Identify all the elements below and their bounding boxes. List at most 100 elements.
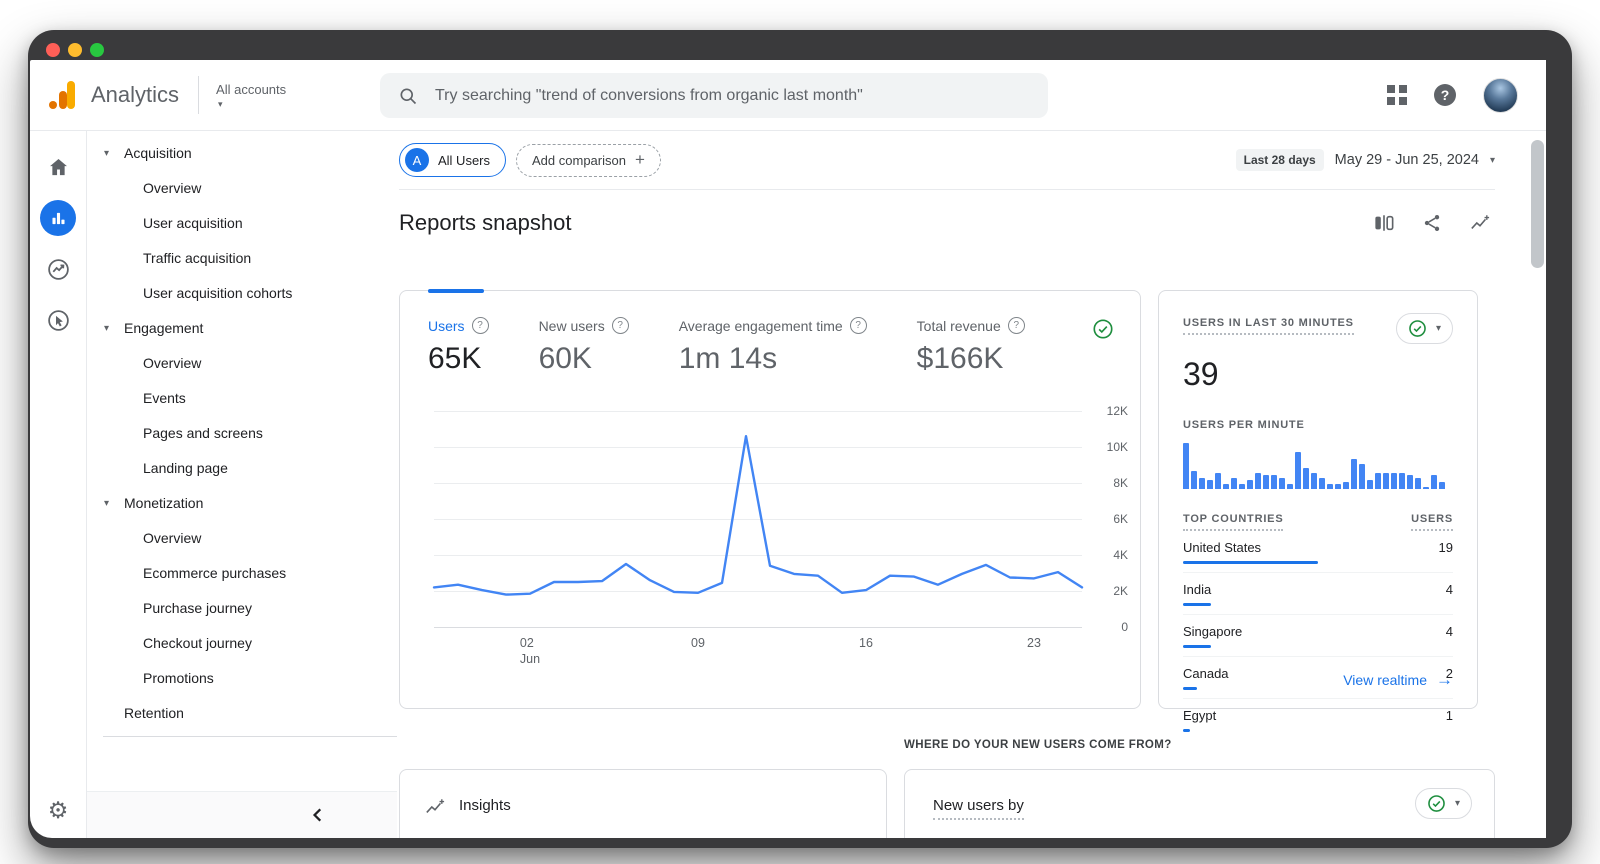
country-row-united-states[interactable]: United States 19 [1183, 531, 1453, 573]
country-name: Canada [1183, 666, 1229, 681]
admin-gear-icon[interactable]: ⚙ [48, 797, 69, 824]
data-quality-check-icon[interactable] [1092, 318, 1114, 345]
sidebar-item-overview[interactable]: Overview [87, 520, 397, 555]
country-share-bar [1183, 603, 1212, 606]
metric-label-row: New users? [539, 317, 629, 334]
metric-help-icon[interactable]: ? [611, 317, 629, 334]
country-row-egypt[interactable]: Egypt 1 [1183, 699, 1453, 732]
sidebar-section-engagement[interactable]: ▾ Engagement [87, 310, 397, 345]
per-minute-bar [1351, 459, 1357, 489]
analytics-app: Analytics All accounts ▾ ? [30, 60, 1546, 838]
sidebar-item-user-acquisition[interactable]: User acquisition [87, 205, 397, 240]
realtime-status-pill[interactable]: ▾ [1395, 313, 1453, 344]
metric-tab-users[interactable]: Users? 65K [428, 317, 489, 376]
nav-footer [87, 791, 397, 838]
country-users-value: 4 [1445, 624, 1453, 639]
zoom-window-button[interactable] [90, 43, 104, 57]
metric-help-icon[interactable]: ? [471, 317, 489, 334]
y-tick-label: 2K [1113, 584, 1128, 598]
sidebar-item-purchase-journey[interactable]: Purchase journey [87, 590, 397, 625]
country-row-singapore[interactable]: Singapore 4 [1183, 615, 1453, 657]
sidebar-item-user-acquisition-cohorts[interactable]: User acquisition cohorts [87, 275, 397, 310]
per-minute-bar [1207, 479, 1213, 489]
country-name: United States [1183, 540, 1262, 555]
sidebar-item-traffic-acquisition[interactable]: Traffic acquisition [87, 240, 397, 275]
pill-caret-icon: ▾ [1435, 323, 1441, 334]
y-tick-label: 10K [1106, 440, 1128, 454]
vertical-scrollbar-thumb[interactable] [1531, 140, 1544, 268]
window-traffic-lights[interactable] [46, 43, 104, 57]
sidebar-section-retention[interactable]: Retention [87, 695, 397, 730]
sidebar-item-overview[interactable]: Overview [87, 345, 397, 380]
x-tick-label: 02 Jun [520, 635, 540, 667]
reports-nav-icon[interactable] [40, 200, 76, 236]
date-range-picker[interactable]: Last 28 days May 29 - Jun 25, 2024 ▾ [1235, 149, 1495, 171]
insights-card[interactable]: Insights [399, 769, 887, 838]
share-report-icon[interactable] [1422, 213, 1442, 233]
per-minute-bar [1191, 470, 1197, 489]
customize-report-icon[interactable] [1373, 213, 1395, 233]
metric-tab-total-revenue[interactable]: Total revenue? $166K [917, 317, 1025, 376]
sidebar-item-checkout-journey[interactable]: Checkout journey [87, 625, 397, 660]
sidebar-section-label: Acquisition [124, 145, 192, 161]
section-expand-caret-icon: ▾ [104, 147, 110, 159]
collapse-nav-chevron-icon[interactable] [311, 807, 325, 823]
report-controls-row: A All Users Add comparison + Last 28 day… [399, 131, 1495, 190]
account-switcher-label: All accounts [216, 82, 287, 97]
metric-help-icon[interactable]: ? [849, 317, 867, 334]
per-minute-bar [1327, 484, 1333, 489]
sidebar-section-acquisition[interactable]: ▾ Acquisition [87, 135, 397, 170]
metric-help-icon[interactable]: ? [1007, 317, 1025, 334]
sidebar-item-ecommerce-purchases[interactable]: Ecommerce purchases [87, 555, 397, 590]
per-minute-bar [1407, 475, 1413, 489]
account-switcher[interactable]: All accounts ▾ [216, 82, 287, 109]
account-avatar[interactable] [1483, 77, 1518, 113]
per-minute-bar [1359, 463, 1365, 489]
global-search[interactable] [380, 73, 1048, 118]
minimize-window-button[interactable] [68, 43, 82, 57]
all-users-segment-chip[interactable]: A All Users [399, 143, 507, 177]
sidebar-item-promotions[interactable]: Promotions [87, 660, 397, 695]
x-tick-label: 16 [859, 635, 873, 651]
y-tick-label: 4K [1113, 548, 1128, 562]
sidebar-section-label: Retention [124, 705, 184, 721]
country-name: Egypt [1183, 708, 1217, 723]
metric-tab-average-engagement-time[interactable]: Average engagement time? 1m 14s [679, 317, 867, 376]
google-apps-grid-icon[interactable] [1387, 85, 1407, 105]
new-users-by-label[interactable]: New users by [933, 797, 1024, 820]
macos-window: Analytics All accounts ▾ ? [28, 30, 1572, 848]
section-expand-caret-icon: ▾ [104, 497, 110, 509]
app-body: ⚙ ▾ Acquisition Overview User acquisition Tr… [30, 131, 1546, 838]
all-users-chip-label: All Users [438, 152, 491, 168]
close-window-button[interactable] [46, 43, 60, 57]
new-users-status-pill[interactable]: ▾ [1414, 788, 1472, 819]
sidebar-item-events[interactable]: Events [87, 380, 397, 415]
snapshot-cards-row: Users? 65K New users? 60K Average engagement… [399, 289, 1495, 732]
explore-nav-icon[interactable] [40, 251, 76, 287]
add-comparison-label: Add comparison [532, 152, 626, 168]
country-row-india[interactable]: India 4 [1183, 573, 1453, 615]
users-line-chart[interactable] [432, 411, 1084, 628]
per-minute-bar [1311, 472, 1317, 489]
all-users-badge: A [405, 148, 429, 172]
advertising-nav-icon[interactable] [40, 302, 76, 338]
country-line: Egypt 1 [1183, 708, 1453, 723]
add-comparison-chip[interactable]: Add comparison + [516, 143, 661, 177]
search-input[interactable] [433, 85, 1030, 106]
sidebar-item-pages-and-screens[interactable]: Pages and screens [87, 415, 397, 450]
users-per-minute-bar-chart[interactable] [1183, 443, 1453, 489]
per-minute-bar [1247, 479, 1253, 489]
analytics-logo-group[interactable]: Analytics [30, 80, 179, 110]
sidebar-item-overview[interactable]: Overview [87, 170, 397, 205]
insights-sparkle-icon[interactable] [1469, 213, 1491, 233]
view-realtime-link[interactable]: View realtime → [1343, 670, 1453, 690]
help-icon[interactable]: ? [1434, 84, 1456, 106]
per-minute-bar [1279, 477, 1285, 489]
metric-tab-new-users[interactable]: New users? 60K [539, 317, 629, 376]
home-nav-icon[interactable] [40, 149, 76, 185]
country-name: Singapore [1183, 624, 1243, 639]
sidebar-item-landing-page[interactable]: Landing page [87, 450, 397, 485]
sidebar-section-monetization[interactable]: ▾ Monetization [87, 485, 397, 520]
country-share-bar [1183, 729, 1191, 732]
country-line: Singapore 4 [1183, 624, 1453, 639]
